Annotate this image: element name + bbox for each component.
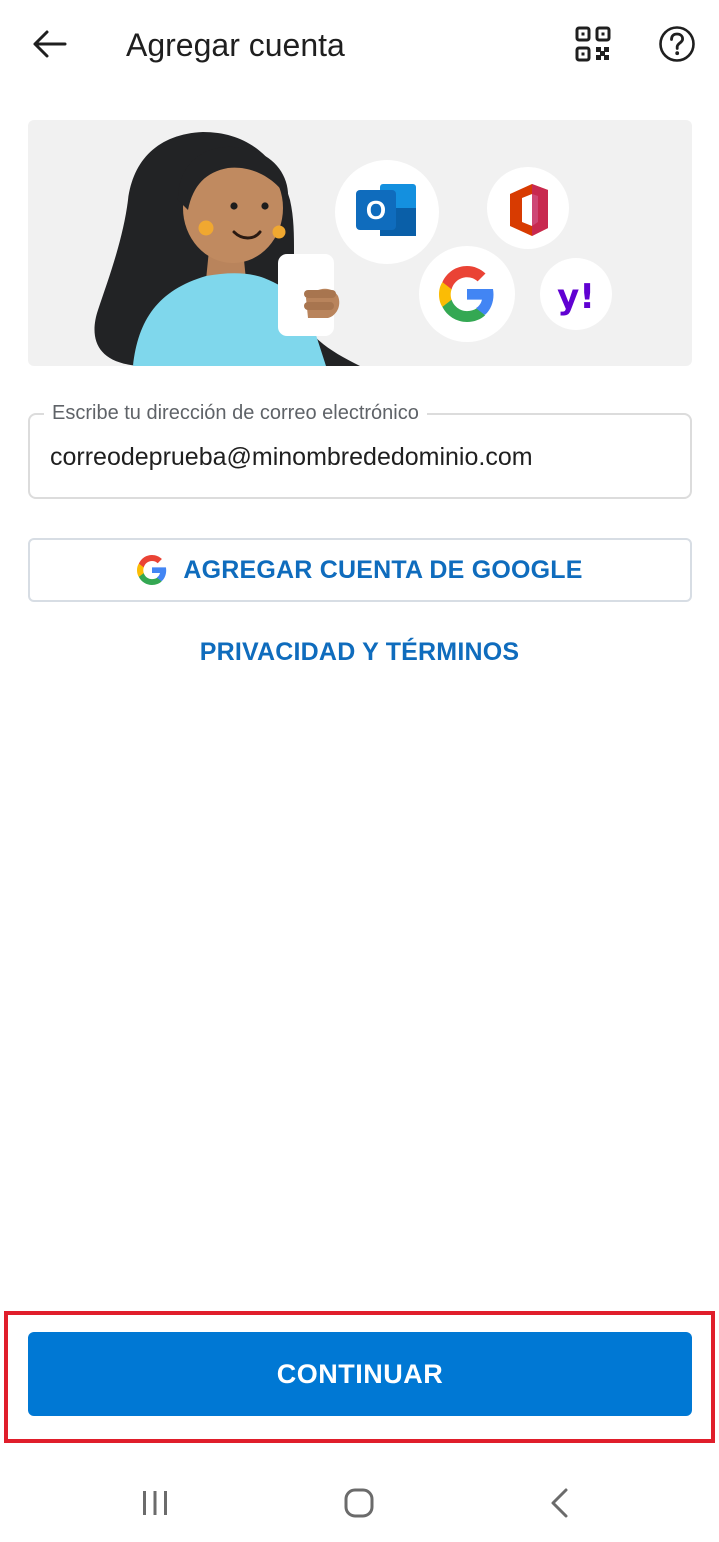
google-logo-icon xyxy=(137,555,167,585)
help-button[interactable] xyxy=(652,20,702,68)
arrow-left-icon xyxy=(33,30,67,58)
qr-code-icon xyxy=(575,26,611,62)
page-title: Agregar cuenta xyxy=(126,27,345,63)
recent-apps-icon xyxy=(143,1491,167,1515)
home-button[interactable] xyxy=(332,1478,386,1528)
yahoo-logo-text: y! xyxy=(557,277,595,317)
hero-illustration: O y! xyxy=(28,120,692,366)
app-header: Agregar cuenta xyxy=(0,0,719,90)
email-field-label: Escribe tu dirección de correo electróni… xyxy=(44,400,427,426)
outlook-letter: O xyxy=(366,195,386,225)
woman-with-phone-illustration: O y! xyxy=(94,132,612,366)
add-google-account-button[interactable]: AGREGAR CUENTA DE GOOGLE xyxy=(28,538,692,602)
add-google-account-label: AGREGAR CUENTA DE GOOGLE xyxy=(183,555,583,584)
back-button[interactable] xyxy=(22,22,76,66)
qr-code-button[interactable] xyxy=(568,20,618,68)
home-icon xyxy=(344,1488,374,1518)
add-account-screen: Agregar cuenta O y! Escribe tu dirección… xyxy=(0,0,719,1542)
recent-apps-button[interactable] xyxy=(128,1478,182,1528)
email-input-value[interactable]: correodeprueba@minombrededominio.com xyxy=(50,441,533,473)
system-nav-bar xyxy=(0,1460,719,1542)
system-back-button[interactable] xyxy=(532,1478,586,1528)
email-field[interactable]: Escribe tu dirección de correo electróni… xyxy=(28,400,692,499)
question-circle-icon xyxy=(659,26,695,62)
continue-button[interactable]: CONTINUAR xyxy=(28,1332,692,1416)
chevron-left-icon xyxy=(551,1488,568,1518)
privacy-terms-link[interactable]: PRIVACIDAD Y TÉRMINOS xyxy=(0,638,719,667)
continue-button-label: CONTINUAR xyxy=(276,1358,444,1389)
